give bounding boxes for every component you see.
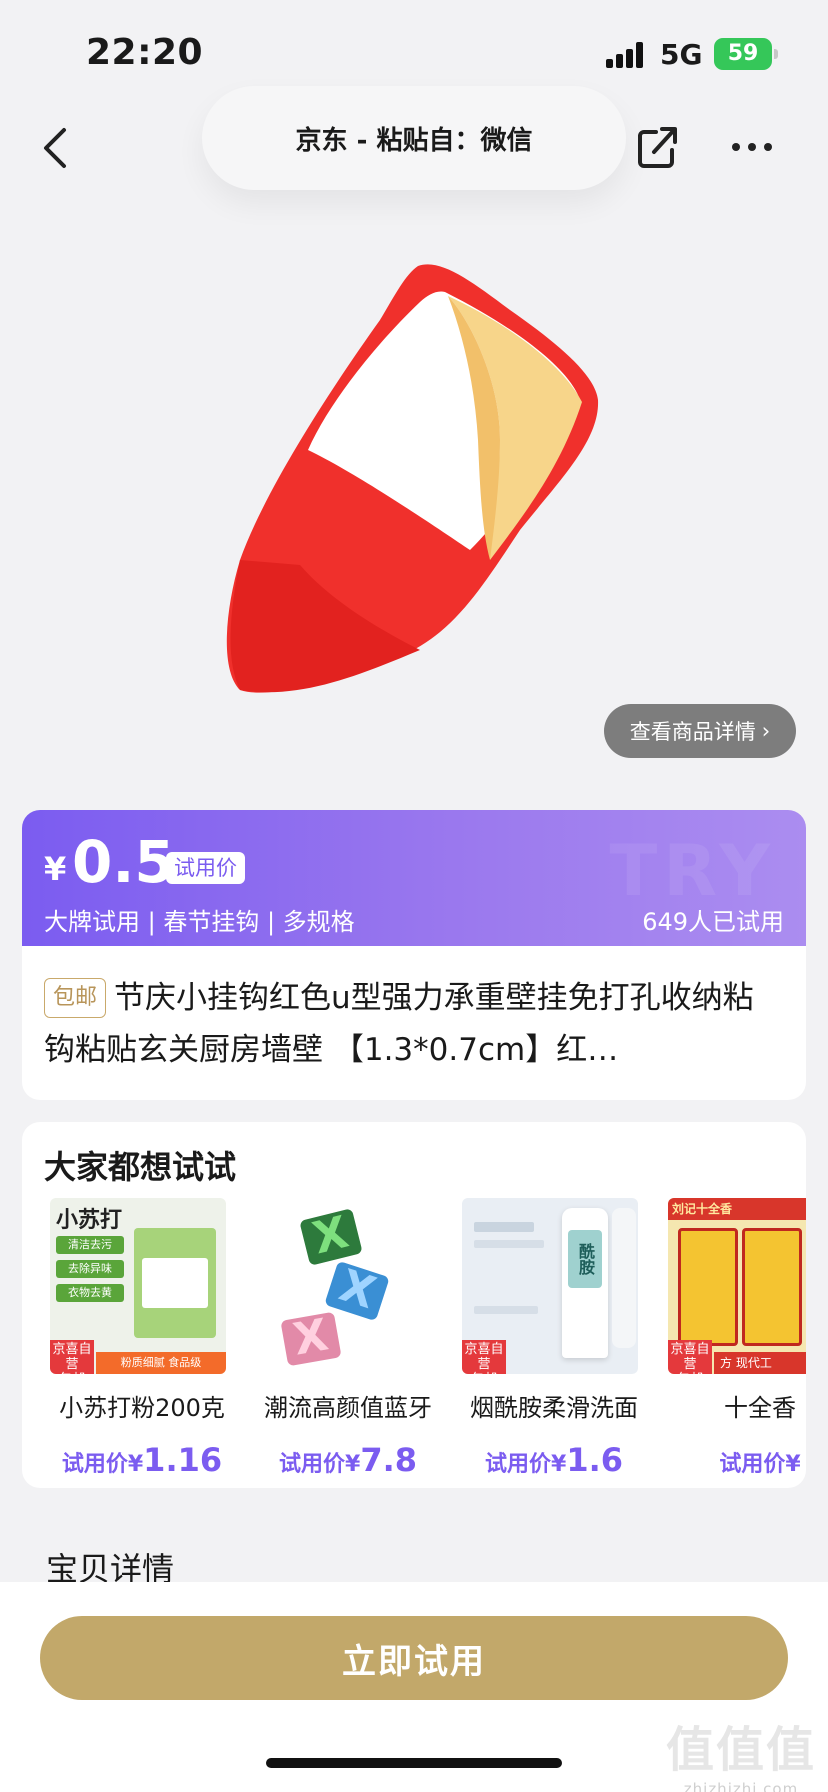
network-type: 5G <box>660 38 703 71</box>
tried-count: 649人已试用 <box>642 908 784 936</box>
item-name: 小苏打粉200克 <box>59 1394 225 1422</box>
product-tags: 大牌试用 | 春节挂钩 | 多规格 <box>44 908 355 936</box>
nav-title-pill[interactable]: 京东 - 粘贴自：微信 <box>202 86 626 190</box>
recommend-item[interactable]: 小苏打 清洁去污 去除异味 衣物去黄 粉质细腻 食品级 京喜自营包邮 小苏打粉2… <box>50 1198 234 1479</box>
thumb-title: 小苏打 <box>56 1208 123 1233</box>
signal-icon <box>606 42 646 68</box>
try-watermark: TRY <box>609 830 776 912</box>
more-icon[interactable] <box>728 138 776 154</box>
recommend-list: 小苏打 清洁去污 去除异味 衣物去黄 粉质细腻 食品级 京喜自营包邮 小苏打粉2… <box>50 1198 806 1488</box>
badge-line: 包邮 <box>50 1372 94 1374</box>
view-detail-label: 查看商品详情 <box>629 720 756 744</box>
badge-line: 包邮 <box>668 1372 712 1374</box>
thumb-tag: 去除异味 <box>56 1260 124 1278</box>
item-price: 试用价¥7.8 <box>256 1441 440 1479</box>
thumb-tag: 清洁去污 <box>56 1236 124 1254</box>
recommend-section: 大家都想试试 小苏打 清洁去污 去除异味 衣物去黄 粉质细腻 食品级 京喜自营包… <box>22 1122 806 1488</box>
thumb-title: 酰胺 <box>568 1230 602 1288</box>
site-watermark: 值值值 zhizhizhi.com <box>666 1710 816 1792</box>
product-image[interactable] <box>0 230 828 770</box>
jx-badge: 京喜自营包邮 <box>668 1340 712 1374</box>
try-now-button[interactable]: 立即试用 <box>40 1616 788 1700</box>
home-indicator[interactable] <box>266 1758 562 1768</box>
item-thumbnail: 酰胺 京喜自营包邮 <box>462 1198 638 1374</box>
page-title: 京东 - 粘贴自：微信 <box>295 125 533 156</box>
badge-line: 京喜自营 <box>52 1342 92 1372</box>
price-label: 试用价¥ <box>485 1452 567 1477</box>
price-tag: 试用价 <box>166 852 245 884</box>
item-price: 试用价¥ <box>668 1441 806 1479</box>
price-banner: TRY ¥ 0.5 试用价 大牌试用 | 春节挂钩 | 多规格 649人已试用 <box>22 810 806 950</box>
product-title-text: 节庆小挂钩红色u型强力承重壁挂免打孔收纳粘钩粘贴玄关厨房墙壁 【1.3*0.7c… <box>44 980 754 1068</box>
recommend-item[interactable]: 酰胺 京喜自营包邮 烟酰胺柔滑洗面 试用价¥1.6 <box>462 1198 646 1479</box>
price-value: 0.5 <box>72 828 175 896</box>
bottom-action-bar: 立即试用 值值值 zhizhizhi.com <box>0 1582 828 1792</box>
back-icon[interactable] <box>34 118 78 178</box>
battery-icon: 59 <box>714 38 778 70</box>
item-thumbnail: 小苏打 清洁去污 去除异味 衣物去黄 粉质细腻 食品级 京喜自营包邮 <box>50 1198 226 1374</box>
item-name: 烟酰胺柔滑洗面 <box>470 1394 638 1422</box>
recommend-item[interactable]: X X X 潮流高颜值蓝牙 试用价¥7.8 <box>256 1198 440 1479</box>
product-pack <box>134 1228 216 1338</box>
badge-line: 京喜自营 <box>464 1342 504 1372</box>
watermark-url: zhizhizhi.com <box>683 1780 799 1792</box>
watermark-logo: 值值值 <box>665 1722 816 1778</box>
battery-level: 59 <box>727 41 759 66</box>
price-number: 1.16 <box>143 1441 223 1479</box>
price-number: 1.6 <box>566 1441 623 1479</box>
price-label: 试用价¥ <box>719 1452 801 1477</box>
chevron-right-icon: › <box>761 719 771 743</box>
item-name: 十全香 <box>724 1394 796 1422</box>
recommend-item[interactable]: 刘记十全香 方 现代工 京喜自营包邮 十全香 试用价¥ <box>668 1198 806 1479</box>
currency-symbol: ¥ <box>44 850 67 888</box>
product-title-card: 包邮 节庆小挂钩红色u型强力承重壁挂免打孔收纳粘钩粘贴玄关厨房墙壁 【1.3*0.… <box>22 946 806 1100</box>
item-thumbnail: 刘记十全香 方 现代工 京喜自营包邮 <box>668 1198 806 1374</box>
thumb-strip: 粉质细腻 食品级 <box>96 1352 226 1374</box>
thumb-title: 刘记十全香 <box>668 1198 806 1220</box>
badge-line: 包邮 <box>462 1372 506 1374</box>
product-title: 包邮 节庆小挂钩红色u型强力承重壁挂免打孔收纳粘钩粘贴玄关厨房墙壁 【1.3*0.… <box>44 972 782 1076</box>
price-label: 试用价¥ <box>279 1452 361 1477</box>
item-price: 试用价¥1.16 <box>50 1441 234 1479</box>
free-shipping-badge: 包邮 <box>44 978 107 1018</box>
price-number: 7.8 <box>360 1441 417 1479</box>
item-price: 试用价¥1.6 <box>462 1441 646 1479</box>
jx-badge: 京喜自营包邮 <box>50 1340 94 1374</box>
thumb-strip: 方 现代工 <box>714 1352 806 1374</box>
item-thumbnail: X X X <box>256 1198 432 1374</box>
badge-line: 京喜自营 <box>670 1342 710 1372</box>
thumb-tag: 衣物去黄 <box>56 1284 124 1302</box>
item-name: 潮流高颜值蓝牙 <box>264 1394 432 1422</box>
jx-badge: 京喜自营包邮 <box>462 1340 506 1374</box>
price-label: 试用价¥ <box>61 1452 144 1477</box>
recommend-heading: 大家都想试试 <box>44 1148 237 1186</box>
share-icon[interactable] <box>636 122 680 170</box>
view-detail-button[interactable]: 查看商品详情 › <box>604 704 796 758</box>
status-time: 22:20 <box>86 32 204 73</box>
